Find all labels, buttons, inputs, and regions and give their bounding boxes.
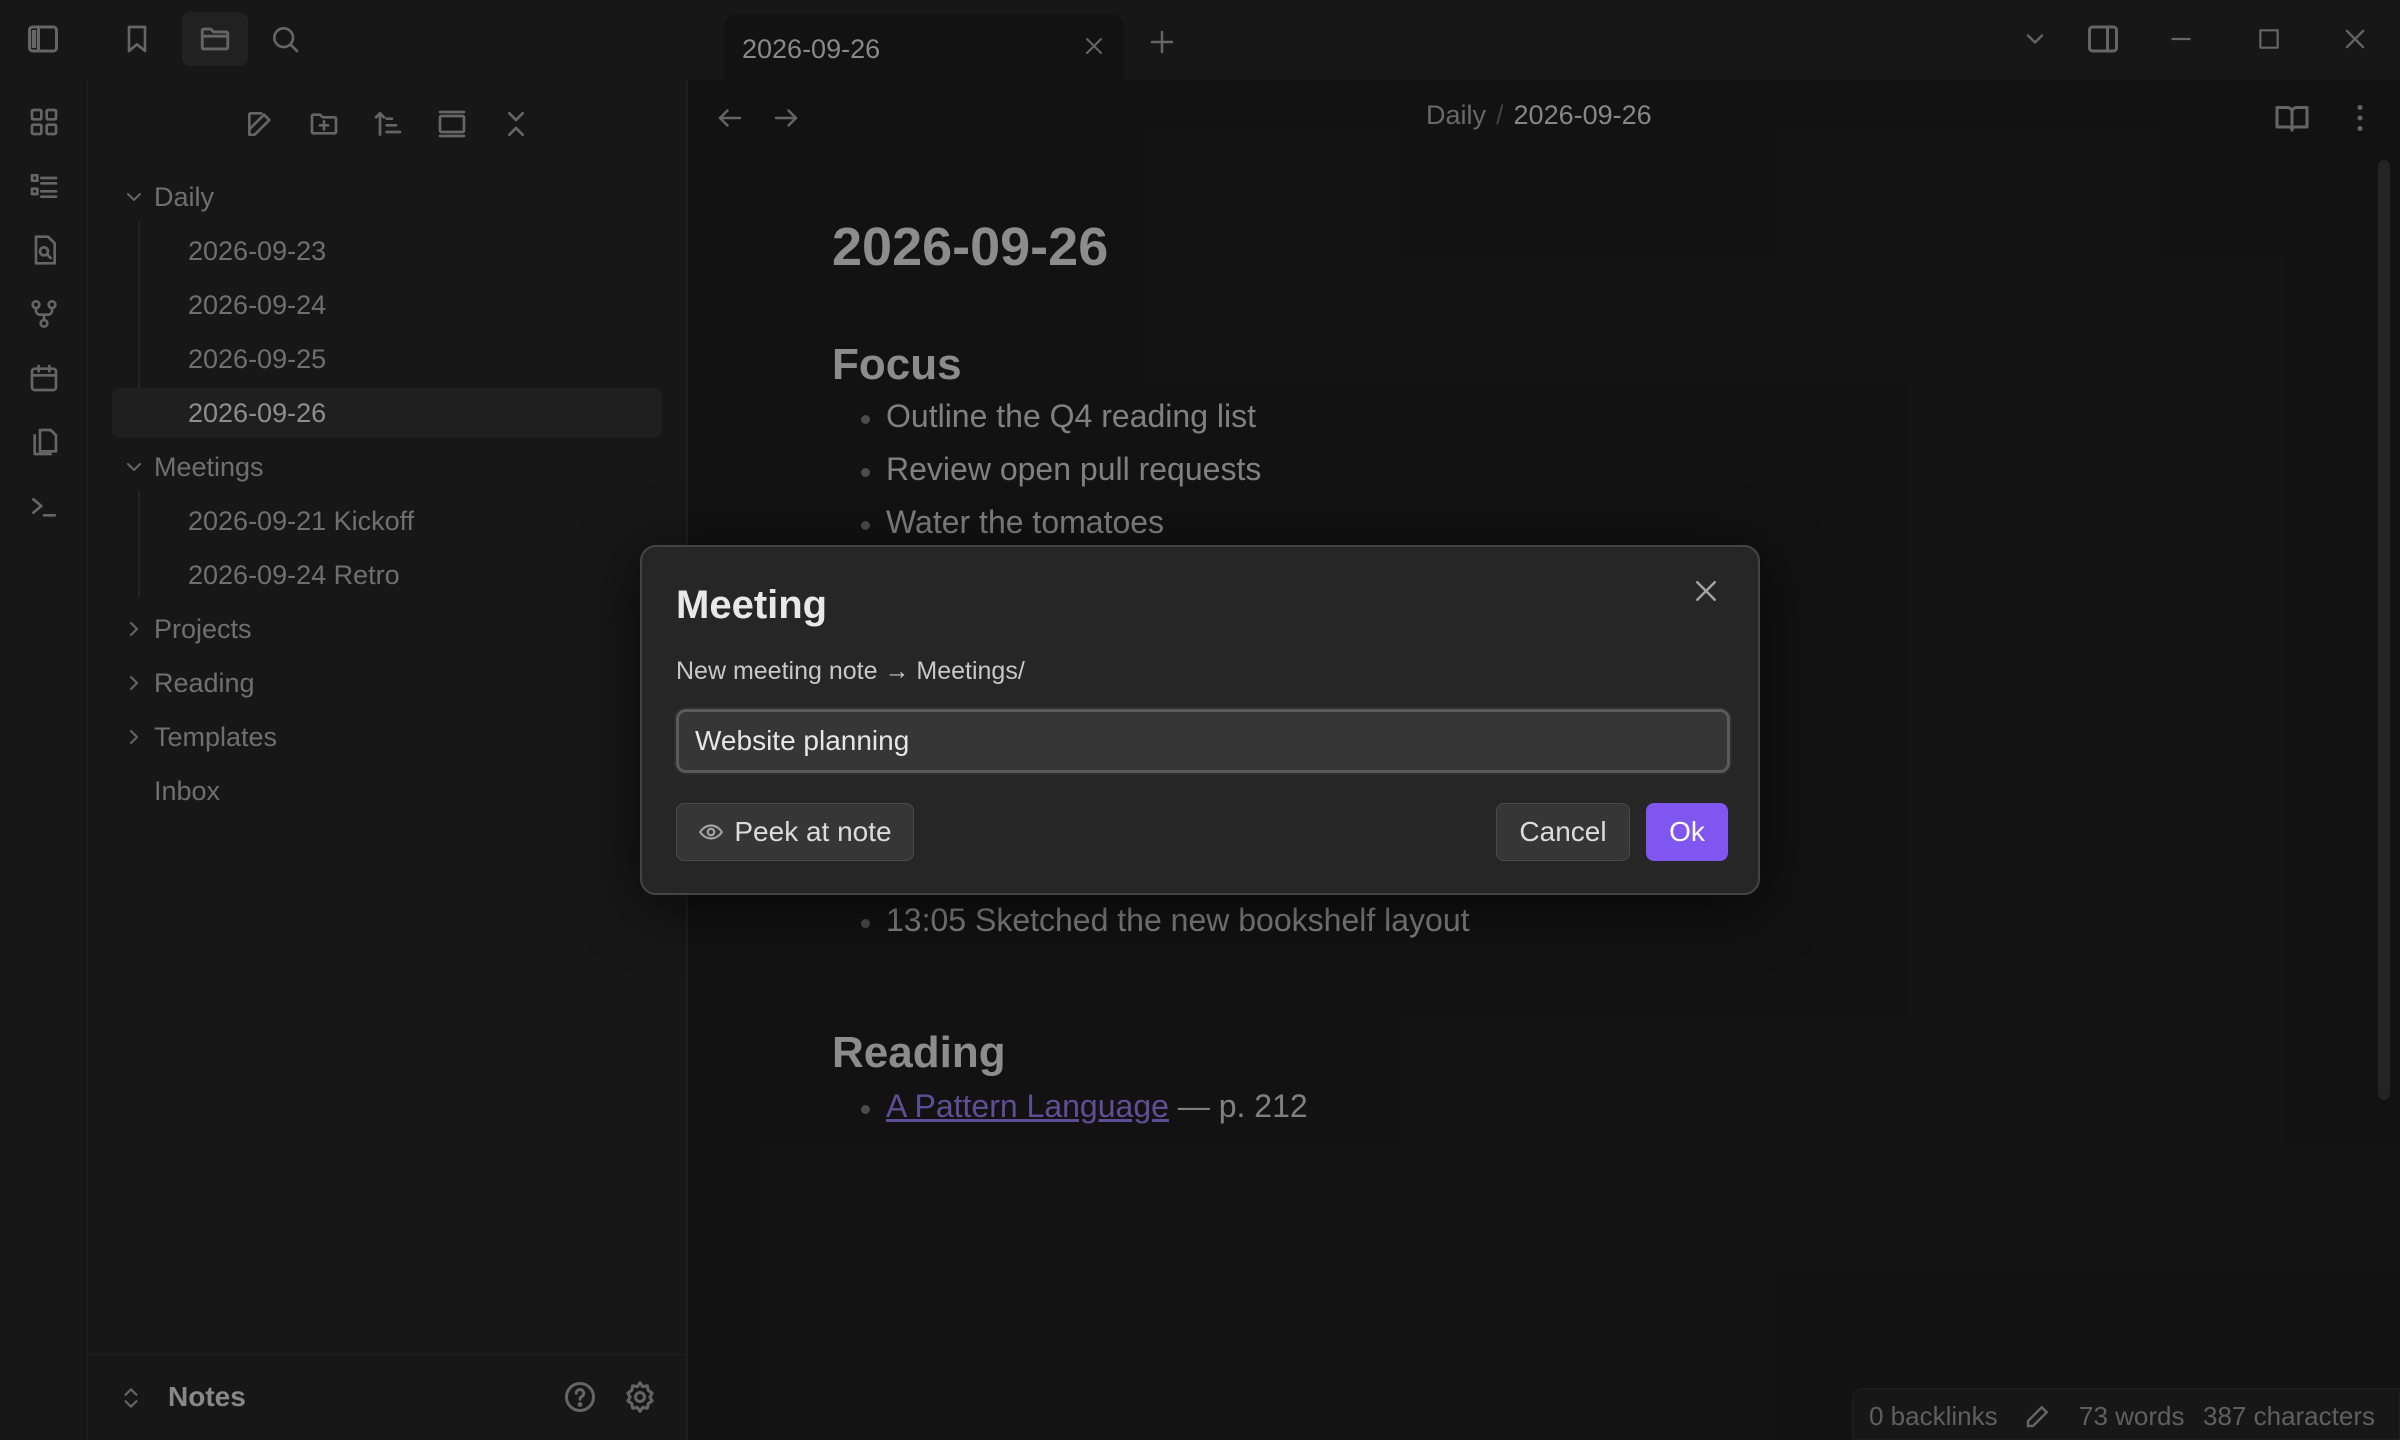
modal-description: New meeting note → Meetings/ bbox=[676, 657, 1025, 685]
close-icon bbox=[1696, 581, 1716, 601]
cancel-button[interactable]: Cancel bbox=[1496, 803, 1630, 861]
modal-close-button[interactable] bbox=[1684, 569, 1728, 613]
peek-at-note-button[interactable]: Peek at note bbox=[676, 803, 914, 861]
peek-label: Peek at note bbox=[734, 816, 892, 847]
meeting-prompt-modal: Meeting New meeting note → Meetings/ Pee… bbox=[640, 545, 1760, 895]
ok-button[interactable]: Ok bbox=[1646, 803, 1728, 861]
modal-title: Meeting bbox=[676, 583, 828, 627]
meeting-name-input[interactable] bbox=[676, 709, 1730, 773]
eye-icon bbox=[699, 824, 724, 840]
